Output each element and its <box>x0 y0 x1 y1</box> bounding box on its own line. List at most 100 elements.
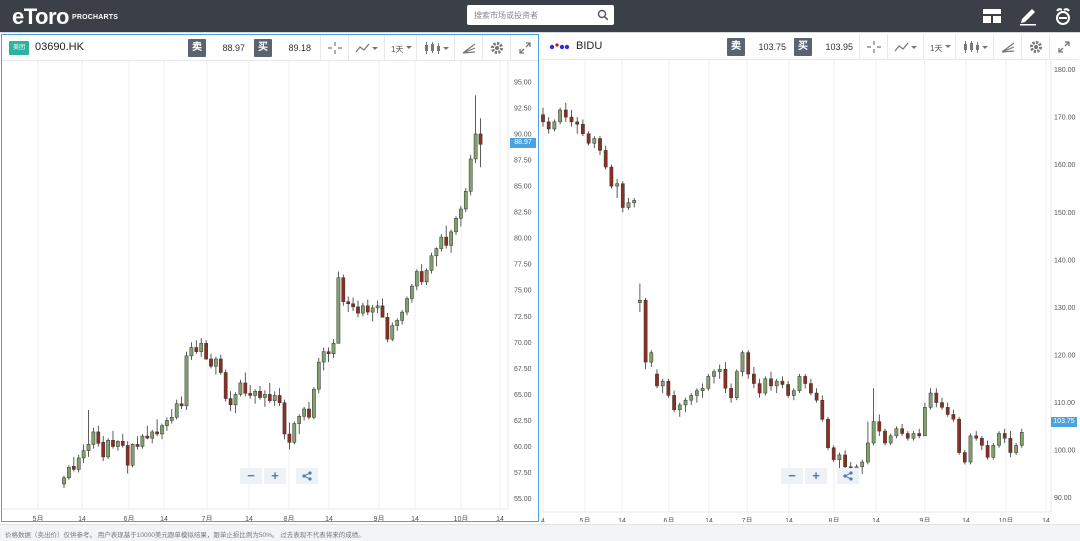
sell-button[interactable]: 卖 <box>188 39 206 57</box>
candle <box>774 378 779 394</box>
x-tick-label: 9月 <box>374 515 385 521</box>
candle <box>365 299 370 316</box>
candle <box>866 421 870 465</box>
candle <box>695 388 699 403</box>
chart-type-tool[interactable] <box>416 35 454 61</box>
zoom-in-button[interactable]: + <box>805 468 827 484</box>
candle <box>609 164 614 189</box>
price-chart-03690[interactable]: 5月 14 6月 14 7月 14 8月 14 9月 14 10月 1495.0092.5090.00… <box>2 61 537 521</box>
expand-button[interactable] <box>1049 34 1077 60</box>
zoom-out-button[interactable]: − <box>240 468 262 484</box>
candle <box>111 430 115 449</box>
crosshair-tool[interactable] <box>859 34 887 60</box>
y-tick-label: 100.00 <box>1054 448 1076 455</box>
chart-panel-bidu[interactable]: BIDU 卖 103.75 买 103.95 1天 4 5月 14 6月 14 7月 14 8… <box>541 34 1079 522</box>
candle <box>199 338 204 357</box>
settings-button[interactable] <box>482 35 510 61</box>
layout-icon[interactable] <box>982 6 1002 26</box>
etoro-user-icon[interactable] <box>1053 6 1073 26</box>
candle <box>150 429 155 444</box>
drawing-tool[interactable] <box>993 34 1021 60</box>
candle <box>429 252 434 274</box>
candle <box>917 428 922 439</box>
candle <box>263 390 267 407</box>
candle <box>740 350 745 377</box>
candle <box>390 322 395 342</box>
sell-price[interactable]: 103.75 <box>748 42 786 52</box>
candle <box>883 428 887 446</box>
candle <box>179 396 184 409</box>
candle <box>928 388 933 410</box>
chart-panel-03690[interactable]: 美团 03690.HK 卖 88.97 买 89.18 1天 5月 14 6月 14 7… <box>1 34 539 522</box>
candle <box>729 383 733 403</box>
candle <box>174 399 179 420</box>
timeframe-dropdown[interactable]: 1天 <box>923 34 955 60</box>
y-tick-label: 75.00 <box>514 288 532 295</box>
buy-price[interactable]: 89.18 <box>273 43 311 53</box>
zoom-out-button[interactable]: − <box>781 468 803 484</box>
candle <box>809 378 813 396</box>
settings-button[interactable] <box>1021 34 1049 60</box>
buy-button[interactable]: 买 <box>794 38 812 56</box>
chart-type-tool[interactable] <box>955 34 993 60</box>
share-button[interactable] <box>837 468 859 484</box>
candle <box>689 393 694 405</box>
candle <box>160 423 164 440</box>
gear-icon <box>491 42 503 54</box>
share-button[interactable] <box>296 468 318 484</box>
y-tick-label: 140.00 <box>1054 257 1076 264</box>
search-icon[interactable] <box>597 9 609 21</box>
etoro-logo[interactable]: eToro <box>12 4 69 30</box>
search-box[interactable] <box>467 5 614 25</box>
crosshair-tool[interactable] <box>320 35 348 61</box>
buy-price[interactable]: 103.95 <box>815 42 853 52</box>
price-chart-bidu[interactable]: 4 5月 14 6月 14 7月 14 8月 14 9月 14 10月 14 180.00 170.00 16… <box>541 60 1079 522</box>
candle <box>400 310 404 325</box>
candle <box>218 354 223 375</box>
candle <box>116 440 120 451</box>
symbol-label[interactable]: 03690.HK <box>35 41 84 53</box>
sell-button[interactable]: 卖 <box>727 38 745 56</box>
drawing-tool[interactable] <box>454 35 482 61</box>
indicator-tool[interactable] <box>348 35 384 61</box>
candle <box>62 475 66 489</box>
candle <box>434 247 439 267</box>
indicator-tool[interactable] <box>887 34 923 60</box>
y-tick-label: 160.00 <box>1054 162 1076 169</box>
candle <box>991 443 996 460</box>
candle <box>155 419 159 437</box>
x-tick-label: 10月 <box>454 515 469 521</box>
buy-button[interactable]: 买 <box>254 39 272 57</box>
candle <box>763 376 768 396</box>
x-tick-label: 14 <box>1042 518 1050 522</box>
y-tick-label: 130.00 <box>1054 305 1076 312</box>
candle <box>575 117 580 134</box>
timeframe-dropdown[interactable]: 1天 <box>384 35 416 61</box>
candle <box>831 445 836 463</box>
symbol-label[interactable]: BIDU <box>576 40 602 52</box>
x-tick-label: 14 <box>496 516 504 521</box>
y-tick-label: 60.00 <box>514 444 532 451</box>
candle <box>791 388 796 401</box>
candle <box>410 283 414 303</box>
candle <box>569 109 574 127</box>
pencil-icon[interactable] <box>1018 6 1038 26</box>
expand-button[interactable] <box>510 35 538 61</box>
x-tick-label: 8月 <box>284 515 295 521</box>
candle <box>940 397 944 410</box>
x-tick-label: 5月 <box>33 515 44 521</box>
divider <box>0 32 1080 33</box>
zoom-in-button[interactable]: + <box>264 468 286 484</box>
x-tick-label: 6月 <box>664 517 675 522</box>
candle <box>957 416 961 455</box>
candle <box>552 119 557 132</box>
candle <box>706 374 711 391</box>
candle <box>194 340 199 354</box>
candle <box>974 431 979 441</box>
candle <box>980 435 984 451</box>
crosshair-icon <box>328 42 342 54</box>
candle <box>145 425 150 440</box>
sell-price[interactable]: 88.97 <box>207 43 245 53</box>
search-input[interactable] <box>467 5 595 25</box>
candle <box>336 271 341 344</box>
